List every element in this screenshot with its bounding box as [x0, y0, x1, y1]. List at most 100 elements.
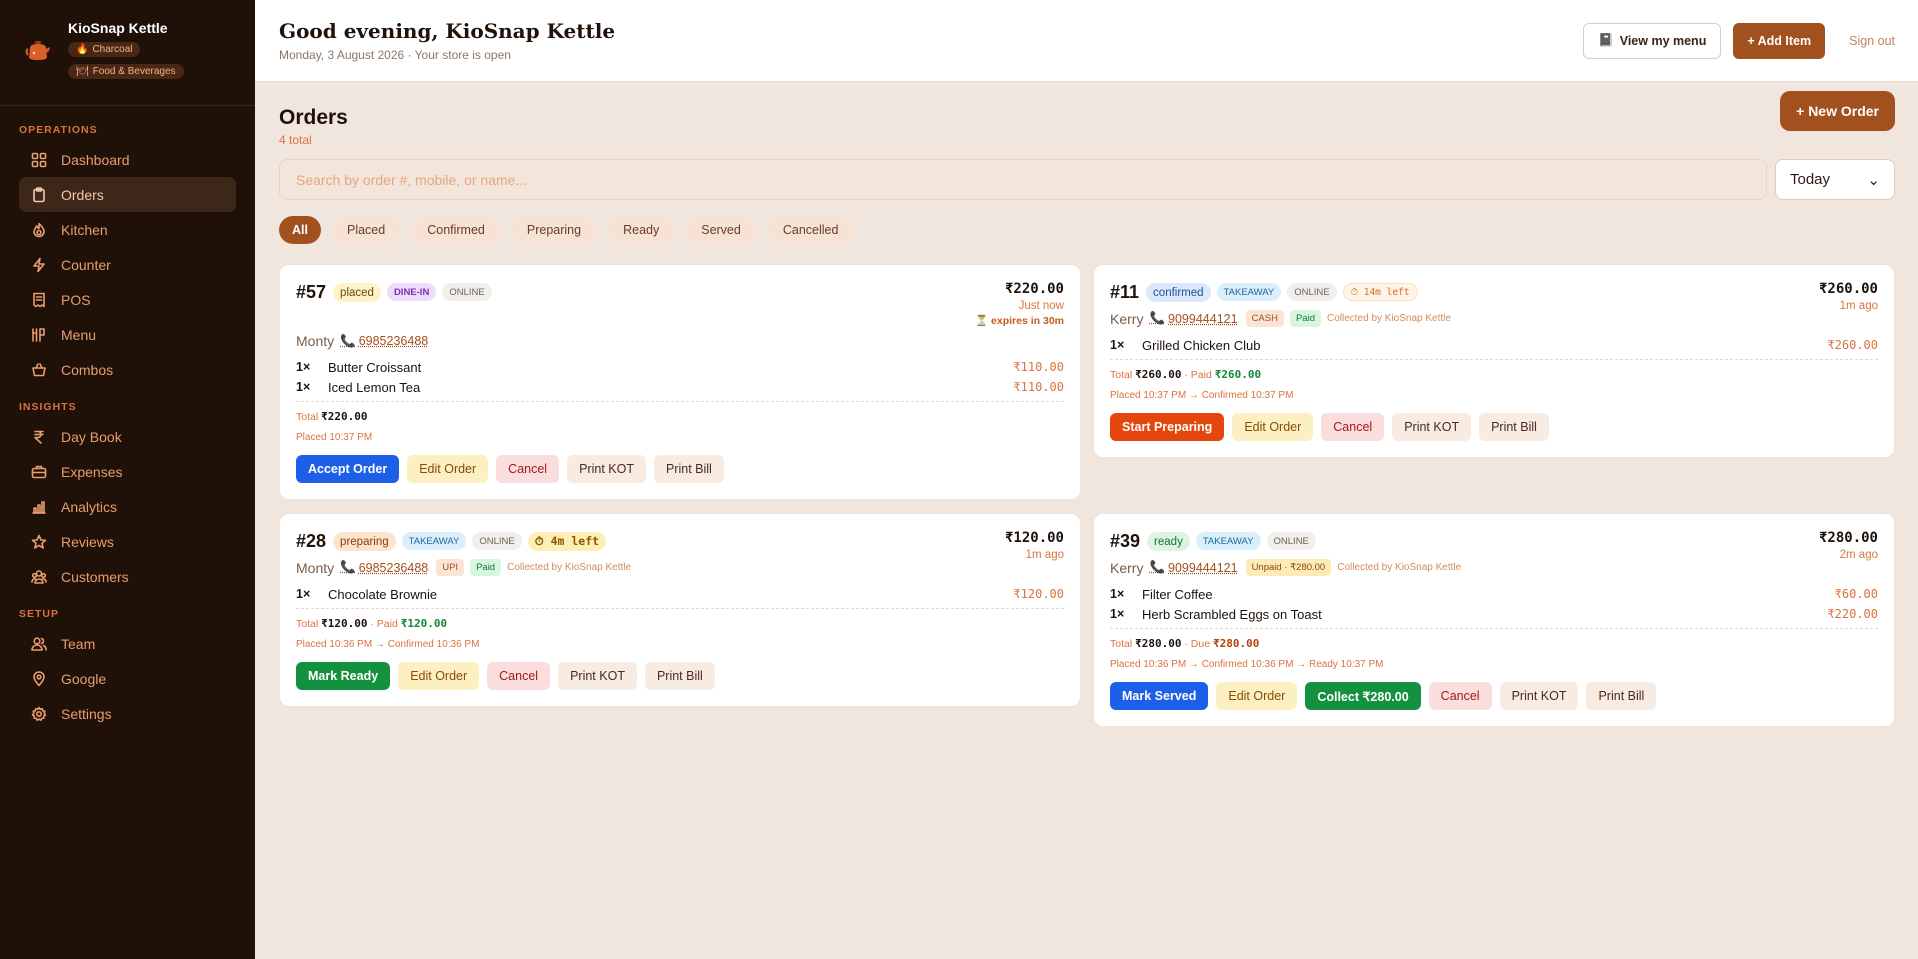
filter-all[interactable]: All: [279, 216, 321, 244]
gear-icon: [31, 706, 47, 721]
item-qty: 1×: [1110, 607, 1125, 621]
sidebar-item-team[interactable]: Team: [19, 626, 236, 661]
search-input[interactable]: Search by order #, mobile, or name...: [279, 159, 1767, 200]
sidebar-item-settings[interactable]: Settings: [19, 696, 236, 731]
edit-order-button[interactable]: Edit Order: [1232, 413, 1314, 441]
phone-icon: 📞: [1149, 311, 1166, 325]
collected-by: Collected by KioSnap Kettle: [1326, 313, 1451, 324]
filter-confirmed[interactable]: Confirmed: [411, 216, 501, 244]
new-order-button[interactable]: + New Order: [1780, 91, 1895, 131]
kettle-logo-icon: [25, 41, 50, 60]
print-bill-button[interactable]: Print Bill: [644, 662, 715, 690]
add-item-button[interactable]: + Add Item: [1733, 22, 1826, 59]
sidebar-item-label: POS: [61, 291, 91, 308]
customer-phone[interactable]: 📞 9099444121: [1149, 311, 1237, 326]
briefcase-icon: [31, 465, 47, 478]
order-number: #39: [1110, 531, 1141, 551]
sidebar-item-pos[interactable]: POS: [19, 282, 236, 317]
filter-preparing[interactable]: Preparing: [510, 216, 598, 244]
list-item: 1× Grilled Chicken Club ₹260.00: [1110, 335, 1878, 355]
total-label: Total: [1110, 638, 1133, 650]
sidebar-item-expenses[interactable]: Expenses: [19, 454, 236, 489]
print-kot-button[interactable]: Print KOT: [1499, 682, 1579, 710]
page-title: Orders: [279, 106, 348, 129]
print-kot-button[interactable]: Print KOT: [567, 455, 646, 483]
print-bill-button[interactable]: Print Bill: [1586, 682, 1657, 710]
mark-ready-button[interactable]: Mark Ready: [296, 662, 391, 690]
view-menu-button[interactable]: 📓 View my menu: [1583, 22, 1722, 59]
sidebar-item-orders[interactable]: Orders: [19, 177, 236, 212]
phone-icon: 📞: [340, 560, 356, 574]
sidebar-item-counter[interactable]: Counter: [19, 247, 236, 282]
unpaid-tag: Unpaid · ₹280.00: [1245, 559, 1332, 576]
sidebar-item-label: Counter: [61, 256, 111, 273]
item-qty: 1×: [296, 587, 311, 601]
sidebar-item-reviews[interactable]: Reviews: [19, 524, 236, 559]
customer-phone[interactable]: 📞 9099444121: [1149, 560, 1237, 575]
sidebar-item-combos[interactable]: Combos: [19, 352, 236, 387]
print-kot-button[interactable]: Print KOT: [1392, 413, 1472, 441]
total-amount: ₹120.00: [321, 617, 368, 630]
sidebar-item-dashboard[interactable]: Dashboard: [19, 142, 236, 177]
collected-by: Collected by KioSnap Kettle: [1337, 562, 1462, 573]
customer-phone[interactable]: 📞 6985236488: [340, 334, 428, 349]
print-kot-button[interactable]: Print KOT: [558, 662, 637, 690]
date-range-select[interactable]: Today ⌄: [1775, 159, 1895, 200]
timer-badge: ⏱ 14m left: [1342, 283, 1418, 301]
brand-name: KioSnap Kettle: [68, 20, 168, 36]
sidebar-item-label: Combos: [61, 361, 114, 378]
filter-cancelled[interactable]: Cancelled: [766, 216, 855, 244]
edit-order-button[interactable]: Edit Order: [398, 662, 480, 690]
mark-served-button[interactable]: Mark Served: [1110, 682, 1209, 710]
orders-content: Orders 4 total + New Order Search by ord…: [255, 82, 1918, 727]
sidebar-item-kitchen[interactable]: Kitchen: [19, 212, 236, 247]
order-card-57[interactable]: #57 placed DINE-IN ONLINE ₹220.00 Just n…: [279, 264, 1081, 500]
sidebar-item-label: Team: [61, 635, 96, 652]
cancel-order-button[interactable]: Cancel: [496, 455, 560, 483]
item-qty: 1×: [296, 380, 311, 394]
edit-order-button[interactable]: Edit Order: [1216, 682, 1298, 710]
item-price: ₹110.00: [1013, 360, 1064, 374]
cancel-order-button[interactable]: Cancel: [1428, 682, 1492, 710]
list-item: 1× Iced Lemon Tea ₹110.00: [296, 377, 1064, 397]
sign-out-link[interactable]: Sign out: [1849, 34, 1895, 48]
order-card-28[interactable]: #28 preparing TAKEAWAY ONLINE ⏱ 4m left …: [279, 513, 1081, 707]
order-actions: Mark Served Edit Order Collect ₹280.00 C…: [1110, 682, 1878, 710]
paid-amount: ₹260.00: [1214, 368, 1262, 381]
sidebar-item-label: Google: [61, 670, 107, 687]
chart-icon: [32, 500, 46, 514]
customer-phone[interactable]: 📞 6985236488: [340, 560, 428, 575]
collect-payment-button[interactable]: Collect ₹280.00: [1305, 682, 1421, 710]
order-card-39[interactable]: #39 ready TAKEAWAY ONLINE ₹280.00 2m ago…: [1093, 513, 1895, 727]
accept-order-button[interactable]: Accept Order: [296, 455, 400, 483]
sidebar-item-day-book[interactable]: Day Book: [19, 419, 236, 454]
order-number: #11: [1110, 282, 1140, 302]
app-root: KioSnap Kettle 🔥 Charcoal 🍽 Food & Beverag…: [0, 0, 1918, 959]
order-age: 2m ago: [1839, 549, 1878, 561]
list-item: 1× Herb Scrambled Eggs on Toast ₹220.00: [1110, 604, 1878, 624]
category-badge: 🍽 Food & Beverages: [68, 64, 184, 79]
sidebar-item-google[interactable]: Google: [19, 661, 236, 696]
channel-badge: ONLINE: [1287, 283, 1337, 301]
filter-served[interactable]: Served: [685, 216, 757, 244]
print-bill-button[interactable]: Print Bill: [653, 455, 724, 483]
edit-order-button[interactable]: Edit Order: [407, 455, 489, 483]
clipboard-icon: [33, 186, 45, 202]
team-icon: [31, 636, 47, 651]
order-amount: ₹280.00: [1818, 530, 1878, 546]
print-bill-button[interactable]: Print Bill: [1479, 413, 1549, 441]
filter-placed[interactable]: Placed: [330, 216, 402, 244]
cancel-order-button[interactable]: Cancel: [1321, 413, 1385, 441]
start-preparing-button[interactable]: Start Preparing: [1110, 413, 1225, 441]
plan-badge-label: Charcoal: [92, 44, 133, 55]
sidebar-item-customers[interactable]: Customers: [19, 559, 236, 594]
order-card-11[interactable]: #11 confirmed TAKEAWAY ONLINE ⏱ 14m left…: [1093, 264, 1895, 458]
due-label: · Due: [1184, 638, 1211, 650]
order-actions: Accept Order Edit Order Cancel Print KOT…: [296, 455, 1064, 483]
combos-icon: [32, 362, 46, 376]
cancel-order-button[interactable]: Cancel: [487, 662, 551, 690]
filter-ready[interactable]: Ready: [607, 216, 676, 244]
phone-number: 9099444121: [1168, 311, 1238, 326]
sidebar-item-menu[interactable]: Menu: [19, 317, 236, 352]
sidebar-item-analytics[interactable]: Analytics: [19, 489, 236, 524]
